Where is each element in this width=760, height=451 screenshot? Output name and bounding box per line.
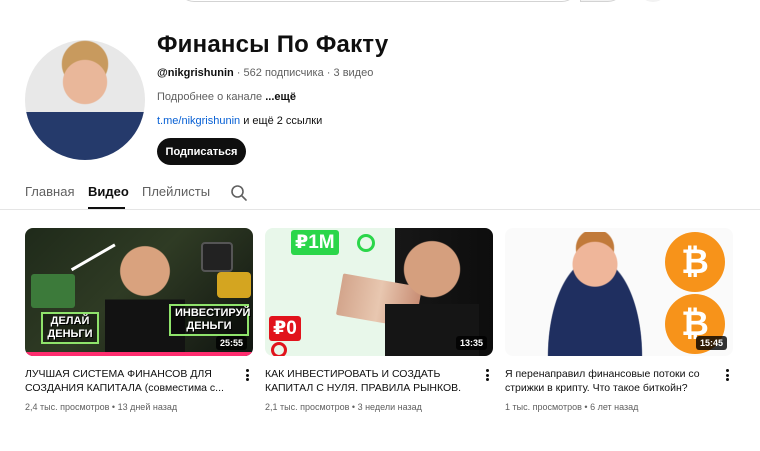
circle-icon bbox=[357, 234, 375, 252]
meta-sep: · bbox=[236, 67, 244, 79]
money-stack-image bbox=[31, 274, 75, 308]
tab-videos[interactable]: Видео bbox=[88, 184, 129, 199]
search-button[interactable] bbox=[580, 0, 624, 2]
thumb-caption-right: ИНВЕСТИРУЙ ДЕНЬГИ bbox=[169, 304, 250, 336]
description-more-link[interactable]: ...ещё bbox=[265, 91, 296, 103]
channel-avatar[interactable] bbox=[25, 40, 145, 160]
video-count: 3 видео bbox=[333, 67, 374, 79]
description-text: Подробнее о канале bbox=[157, 91, 263, 103]
subscriber-count: 562 подписчика bbox=[243, 67, 324, 79]
video-thumbnail[interactable]: ₽1M ₽0 13:35 bbox=[265, 228, 493, 356]
video-thumbnail[interactable]: ₿ ₿ 15:45 bbox=[505, 228, 733, 356]
circle-icon bbox=[271, 342, 287, 356]
channel-handle: @nikgrishunin bbox=[157, 67, 234, 79]
channel-links: t.me/nikgrishunin и ещё 2 ссылки bbox=[157, 115, 322, 127]
video-duration: 25:55 bbox=[215, 336, 247, 350]
view-count: 1 тыс. просмотров bbox=[505, 402, 582, 412]
safe-image bbox=[201, 242, 233, 272]
upload-age: 3 недели назад bbox=[357, 402, 422, 412]
tab-home[interactable]: Главная bbox=[25, 184, 74, 199]
channel-meta: @nikgrishunin · 562 подписчика · 3 видео bbox=[157, 67, 373, 79]
more-vert-icon[interactable] bbox=[243, 367, 251, 383]
video-card[interactable]: ₿ ₿ 15:45 Я перенаправил финансовые пото… bbox=[505, 228, 733, 412]
tab-playlists[interactable]: Плейлисты bbox=[142, 184, 210, 199]
view-count: 2,4 тыс. просмотров bbox=[25, 402, 110, 412]
active-tab-indicator bbox=[88, 207, 125, 209]
meta-sep: · bbox=[326, 67, 334, 79]
subscribe-button[interactable]: Подписаться bbox=[157, 138, 246, 165]
telegram-link[interactable]: t.me/nikgrishunin bbox=[157, 115, 240, 127]
upload-age: 6 лет назад bbox=[590, 402, 639, 412]
video-duration: 13:35 bbox=[455, 336, 487, 350]
more-links[interactable]: и ещё 2 ссылки bbox=[243, 115, 322, 127]
thumb-tag-bottom: ₽0 bbox=[269, 316, 301, 341]
coins-image bbox=[217, 272, 251, 298]
presenter-image bbox=[105, 238, 185, 356]
channel-tabs: Главная Видео Плейлисты bbox=[0, 176, 760, 210]
voice-search-button[interactable] bbox=[640, 0, 666, 2]
upload-age: 13 дней назад bbox=[117, 402, 178, 412]
video-duration: 15:45 bbox=[695, 336, 727, 350]
video-card[interactable]: ₽1M ₽0 13:35 КАК ИНВЕСТИРОВАТЬ И СОЗДАТЬ… bbox=[265, 228, 493, 412]
thumb-tag-top: ₽1M bbox=[291, 230, 339, 255]
video-thumbnail[interactable]: ДЕЛАЙ ДЕНЬГИ ИНВЕСТИРУЙ ДЕНЬГИ 25:55 bbox=[25, 228, 253, 356]
video-title[interactable]: КАК ИНВЕСТИРОВАТЬ И СОЗДАТЬ КАПИТАЛ С НУ… bbox=[265, 367, 473, 395]
presenter-image bbox=[535, 232, 655, 356]
video-stats: 2,4 тыс. просмотров • 13 дней назад bbox=[25, 402, 177, 412]
bitcoin-icon: ₿ bbox=[665, 232, 725, 292]
video-title[interactable]: ЛУЧШАЯ СИСТЕМА ФИНАНСОВ ДЛЯ СОЗДАНИЯ КАП… bbox=[25, 367, 233, 395]
video-card[interactable]: ДЕЛАЙ ДЕНЬГИ ИНВЕСТИРУЙ ДЕНЬГИ 25:55 ЛУЧ… bbox=[25, 228, 253, 412]
more-vert-icon[interactable] bbox=[723, 367, 731, 383]
channel-title: Финансы По Факту bbox=[157, 31, 389, 58]
watch-progress-bar bbox=[25, 352, 253, 356]
channel-description[interactable]: Подробнее о канале ...ещё bbox=[157, 91, 296, 103]
search-bar[interactable] bbox=[178, 0, 578, 2]
search-icon[interactable] bbox=[230, 184, 248, 202]
video-stats: 1 тыс. просмотров • 6 лет назад bbox=[505, 402, 638, 412]
thumb-caption-left: ДЕЛАЙ ДЕНЬГИ bbox=[41, 312, 99, 344]
more-vert-icon[interactable] bbox=[483, 367, 491, 383]
video-title[interactable]: Я перенаправил финансовые потоки со стри… bbox=[505, 367, 713, 395]
video-stats: 2,1 тыс. просмотров • 3 недели назад bbox=[265, 402, 422, 412]
view-count: 2,1 тыс. просмотров bbox=[265, 402, 350, 412]
